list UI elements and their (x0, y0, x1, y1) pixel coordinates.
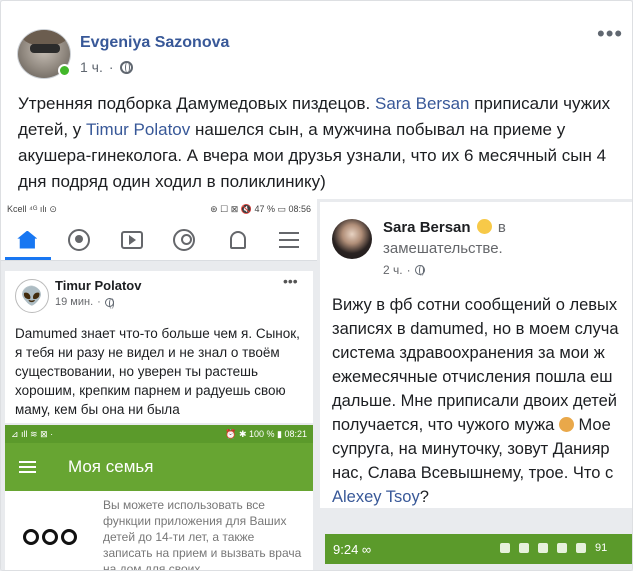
family-icon (23, 529, 77, 545)
family-icon-circle (42, 529, 58, 545)
text-line: нас, Слава Всевышнему, трое. Что с (332, 464, 614, 482)
text-part: получается, что чужого мужа (332, 416, 555, 434)
phone-status-bar-right: 9:24 ∞ 91 (325, 534, 632, 564)
inner-post-meta: 19 мин. · (55, 296, 114, 309)
separator-dot: · (97, 296, 101, 308)
globe-icon (414, 265, 425, 276)
attached-screenshot-left[interactable]: Kcell ⁴ᴳ ılı ⊙ ⊛ ☐ ⊠ 🔇 47 % ▭ 08:56 👽 Ti… (1, 199, 317, 571)
profile-icon (173, 228, 197, 251)
mention-alexey-tsoy: Alexey Tsoy (332, 488, 420, 506)
home-icon (15, 229, 39, 251)
right-post-author-line: Sara Bersan в (383, 219, 506, 236)
video-icon (120, 229, 145, 251)
right-post-time: 2 ч. (383, 263, 403, 277)
profile-icon-shape (173, 228, 196, 251)
status-icons: 91 (500, 542, 607, 554)
groups-icon (67, 228, 92, 251)
more-options-icon: ••• (283, 273, 298, 289)
post-author-name[interactable]: Evgeniya Sazonova (80, 34, 229, 52)
nfc-icon (500, 543, 510, 553)
video-icon-shape (120, 230, 143, 249)
inner-post-author: Timur Polatov (55, 278, 142, 293)
post-body-text: Утренняя подборка Дамумедовых пиздецов. … (18, 91, 618, 195)
text-line: супруга, на минуточку, зовут Данияр (332, 440, 610, 458)
post-text-part: Утренняя подборка Дамумедовых пиздецов. (18, 94, 375, 113)
text-part: Мое (573, 416, 611, 434)
globe-icon (104, 297, 114, 309)
facebook-nav-bar (1, 219, 317, 261)
app-status-bar: ⊿ ıll ≋ ⊠ · ⏰ ✱ 100 % ▮ 08:21 (5, 425, 313, 443)
menu-icon-shape (278, 231, 299, 248)
text-part: ? (419, 488, 429, 506)
app-content-text: Вы можете использовать все функции прило… (103, 498, 302, 571)
family-icon-circle (61, 529, 77, 545)
menu-icon (278, 229, 303, 251)
avatar-glasses (30, 44, 60, 53)
online-status-icon (58, 64, 71, 77)
mention-sara-bersan[interactable]: Sara Bersan (375, 94, 470, 113)
app-status-left: ⊿ ıll ≋ ⊠ · (11, 428, 54, 439)
facebook-post-card: Evgeniya Sazonova 1 ч. · ••• Утренняя по… (0, 0, 633, 571)
status-bar-left: Kcell ⁴ᴳ ılı ⊙ (7, 203, 57, 214)
post-time[interactable]: 1 ч. (80, 59, 103, 75)
app-header: Моя семья (5, 443, 313, 491)
battery-level: 91 (595, 542, 608, 554)
inner-post-text: Damumed знает что-то больше чем я. Сынок… (15, 326, 300, 417)
sara-bersan-avatar (332, 219, 372, 259)
right-post-author: Sara Bersan (383, 219, 471, 236)
right-post-meta: 2 ч. · (383, 263, 425, 277)
post-meta: 1 ч. · (80, 59, 133, 75)
alien-avatar-icon: 👽 (15, 279, 49, 313)
text-line-mention: Alexey Tsoy? (332, 485, 632, 509)
text-line: система здравоохранения за мои ж (332, 344, 605, 362)
bell-icon-shape (229, 230, 246, 249)
feeling-text: замешательстве. (383, 240, 503, 257)
bluetooth-icon (519, 543, 529, 553)
text-line: дальше. Мне приписали двоих детей (332, 392, 618, 410)
battery-icon (576, 543, 586, 553)
separator-dot: · (406, 263, 411, 277)
separator-dot: · (108, 59, 114, 75)
wifi-icon (538, 543, 548, 553)
inner-post: 👽 Timur Polatov 19 мин. · ••• Damumed зн… (5, 271, 313, 423)
inner-post-right: Sara Bersan в замешательстве. 2 ч. · Виж… (320, 202, 632, 509)
phone-status-bar: Kcell ⁴ᴳ ılı ⊙ ⊛ ☐ ⊠ 🔇 47 % ▭ 08:56 (1, 199, 317, 219)
text-line: Вижу в фб сотни сообщений о левых (332, 296, 618, 314)
confused-emoji-icon (476, 219, 492, 234)
mention-timur-polatov[interactable]: Timur Polatov (86, 120, 190, 139)
more-options-icon[interactable]: ••• (597, 23, 623, 45)
app-content-panel: Вы можете использовать все функции прило… (5, 491, 313, 571)
app-status-right: ⏰ ✱ 100 % ▮ 08:21 (225, 428, 307, 439)
signal-icon (557, 543, 567, 553)
right-post-text: Вижу в фб сотни сообщений о левых запися… (332, 293, 632, 509)
text-line-with-emoji: получается, что чужого мужа Мое (332, 413, 632, 437)
status-bar-right: ⊛ ☐ ⊠ 🔇 47 % ▭ 08:56 (210, 203, 311, 214)
globe-icon (119, 60, 133, 74)
text-line: записях в damumed, но в моем случа (332, 320, 619, 338)
feeling-prefix: в (497, 219, 506, 236)
inner-post-time: 19 мин. (55, 296, 94, 308)
app-header-title: Моя семья (68, 457, 154, 476)
hamburger-menu-icon (19, 461, 36, 473)
bell-icon (226, 229, 250, 251)
status-time: 9:24 ∞ (333, 541, 372, 557)
text-line: ежемесячные отчисления пошла еш (332, 368, 613, 386)
woman-shrugging-emoji-icon (558, 417, 574, 432)
groups-icon-shape (67, 228, 90, 251)
family-icon-circle (23, 529, 39, 545)
attached-screenshot-right[interactable]: Sara Bersan в замешательстве. 2 ч. · Виж… (317, 199, 632, 570)
active-tab-indicator (5, 257, 51, 260)
home-icon-shape (17, 230, 38, 249)
